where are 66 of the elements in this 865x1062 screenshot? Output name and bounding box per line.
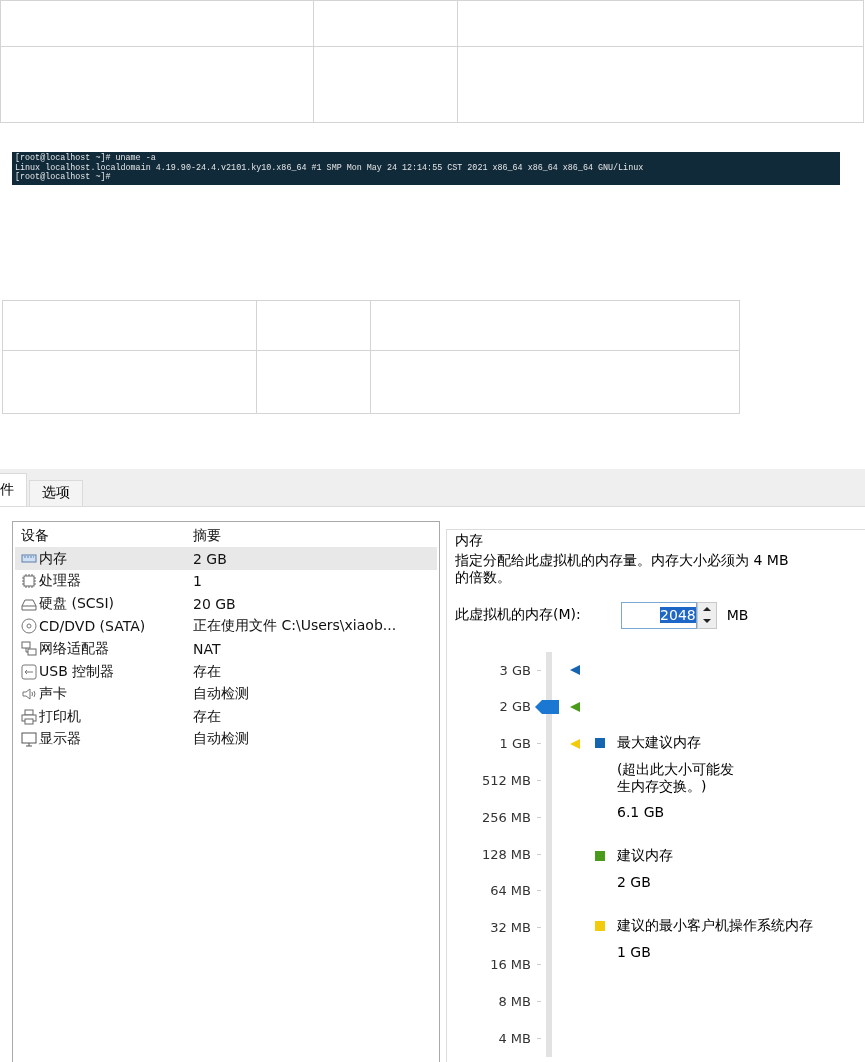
scale-label: 128 MB	[481, 846, 531, 862]
device-name: 打印机	[39, 707, 81, 726]
scale-label: 8 MB	[498, 993, 531, 1009]
device-row[interactable]: 处理器 1	[15, 569, 437, 593]
speaker-icon	[21, 686, 37, 703]
device-summary: NAT	[193, 641, 222, 658]
legend-title: 建议的最小客户机操作系统内存	[617, 917, 813, 936]
column-header: 设备	[21, 527, 49, 546]
terminal-line: [root@localhost ~]#	[15, 173, 112, 183]
device-name: 网络适配器	[39, 640, 109, 659]
chip-icon	[21, 573, 37, 590]
scale-label: 3 GB	[499, 662, 531, 678]
device-name: 内存	[39, 549, 67, 568]
unit-label: MB	[726, 607, 749, 624]
legend-value: 2 GB	[617, 874, 652, 891]
terminal-line: Linux localhost.localdomain 4.19.90-24.4.v2101.ky10.x86_64 #1 SMP Mon May 24 12:14:55 CST 2021 x86_64 x86_64 x86_64 GNU/Linux	[15, 163, 645, 173]
device-name: 硬盘 (SCSI)	[39, 594, 115, 613]
device-row[interactable]: 网络适配器 NAT	[15, 637, 437, 661]
device-row[interactable]: 声卡 自动检测	[15, 682, 437, 706]
scale-label: 2 GB	[499, 699, 531, 715]
device-row[interactable]: 硬盘 (SCSI) 20 GB	[15, 592, 437, 616]
tab[interactable]: 件	[0, 472, 27, 506]
device-name: CD/DVD (SATA)	[39, 618, 146, 635]
device-row[interactable]: CD/DVD (SATA) 正在使用文件 C:\Users\xiaob...	[15, 615, 437, 638]
device-name: 显示器	[39, 730, 81, 749]
scale-label: 256 MB	[481, 809, 531, 825]
scale-label: 32 MB	[490, 920, 531, 936]
legend-title: 最大建议内存	[617, 734, 702, 753]
device-row[interactable]: 显示器 自动检测	[15, 728, 437, 751]
column-header: 摘要	[193, 527, 222, 546]
slider-thumb[interactable]	[535, 699, 559, 714]
tab[interactable]: 选项	[29, 479, 83, 506]
scale-label: 4 MB	[498, 1030, 531, 1046]
field-label: 此虚拟机的内存(M):	[455, 606, 581, 625]
spinner[interactable]	[696, 601, 717, 629]
scale-label: 64 MB	[490, 883, 531, 899]
device-summary: 自动检测	[193, 685, 250, 704]
usb-icon	[21, 663, 37, 680]
legend-value: 6.1 GB	[617, 804, 666, 821]
legend-title: 建议内存	[617, 847, 674, 866]
group-title: 内存	[455, 531, 485, 550]
scale-label: 512 MB	[481, 773, 531, 789]
device-row[interactable]: 打印机 存在	[15, 705, 437, 729]
device-name: 处理器	[39, 572, 81, 591]
device-summary: 2 GB	[193, 550, 228, 567]
legend-note: (超出此大小可能发生内存交换。)	[617, 761, 736, 796]
network-icon	[21, 641, 37, 658]
device-summary: 存在	[193, 662, 222, 681]
scale-label: 16 MB	[490, 957, 531, 973]
disc-icon	[21, 618, 37, 635]
memory-field[interactable]: 2048	[620, 601, 697, 629]
monitor-icon	[21, 731, 37, 748]
scale-label: 1 GB	[499, 736, 531, 752]
terminal-line: [root@localhost ~]# uname -a	[15, 154, 157, 163]
device-summary: 20 GB	[193, 595, 237, 612]
device-row[interactable]: 内存 2 GB	[15, 547, 437, 570]
printer-icon	[21, 708, 37, 725]
device-summary: 自动检测	[193, 730, 250, 749]
device-name: USB 控制器	[39, 662, 115, 681]
legend-value: 1 GB	[617, 944, 652, 961]
device-summary: 正在使用文件 C:\Users\xiaob...	[193, 617, 398, 636]
memory-description: 指定分配给此虚拟机的内存量。内存大小必须为 4 MB 的倍数。	[455, 551, 790, 586]
device-name: 声卡	[39, 685, 67, 704]
device-summary: 1	[193, 573, 203, 590]
device-summary: 存在	[193, 707, 222, 726]
device-row[interactable]: USB 控制器 存在	[15, 660, 437, 683]
